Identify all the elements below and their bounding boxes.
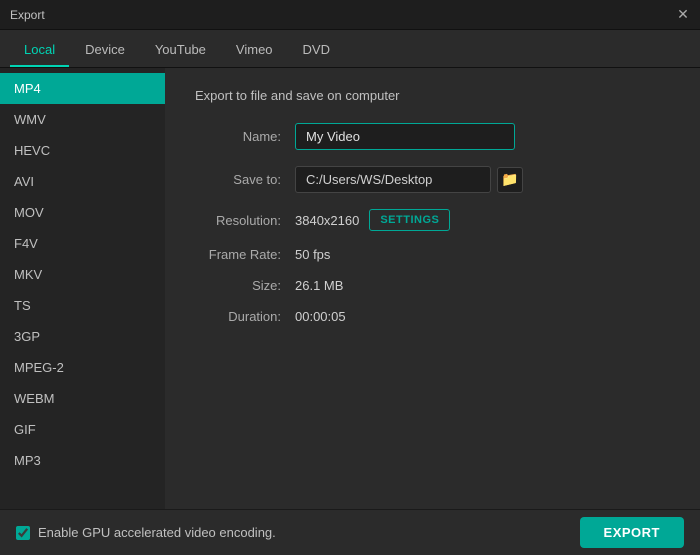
sidebar-item-avi[interactable]: AVI [0,166,165,197]
gpu-checkbox[interactable] [16,526,30,540]
name-input[interactable] [295,123,515,150]
gpu-row: Enable GPU accelerated video encoding. [16,525,276,540]
tab-bar: Local Device YouTube Vimeo DVD [0,30,700,68]
sidebar-item-gif[interactable]: GIF [0,414,165,445]
name-label: Name: [195,129,295,144]
tab-vimeo[interactable]: Vimeo [222,34,287,67]
size-value: 26.1 MB [295,278,343,293]
sidebar-item-mpeg2[interactable]: MPEG-2 [0,352,165,383]
resolution-label: Resolution: [195,213,295,228]
sidebar-item-mp3[interactable]: MP3 [0,445,165,476]
saveto-wrapper: C:/Users/WS/Desktop 📁 [295,166,523,193]
resolution-wrapper: 3840x2160 SETTINGS [295,209,450,231]
sidebar-item-ts[interactable]: TS [0,290,165,321]
name-row: Name: [195,123,670,150]
folder-button[interactable]: 📁 [497,167,523,193]
framerate-value: 50 fps [295,247,330,262]
size-row: Size: 26.1 MB [195,278,670,293]
size-label: Size: [195,278,295,293]
tab-device[interactable]: Device [71,34,139,67]
title-bar: Export ✕ [0,0,700,30]
sidebar-item-3gp[interactable]: 3GP [0,321,165,352]
settings-button[interactable]: SETTINGS [369,209,450,231]
close-button[interactable]: ✕ [676,8,690,22]
resolution-value: 3840x2160 [295,213,359,228]
sidebar-item-hevc[interactable]: HEVC [0,135,165,166]
resolution-row: Resolution: 3840x2160 SETTINGS [195,209,670,231]
saveto-row: Save to: C:/Users/WS/Desktop 📁 [195,166,670,193]
right-panel: Export to file and save on computer Name… [165,68,700,509]
duration-label: Duration: [195,309,295,324]
gpu-label: Enable GPU accelerated video encoding. [38,525,276,540]
duration-value: 00:00:05 [295,309,346,324]
tab-local[interactable]: Local [10,34,69,67]
duration-row: Duration: 00:00:05 [195,309,670,324]
sidebar-item-mov[interactable]: MOV [0,197,165,228]
export-button[interactable]: EXPORT [580,517,684,548]
saveto-path: C:/Users/WS/Desktop [295,166,491,193]
window-title: Export [10,8,45,22]
sidebar-item-mp4[interactable]: MP4 [0,73,165,104]
sidebar-item-webm[interactable]: WEBM [0,383,165,414]
sidebar-item-wmv[interactable]: WMV [0,104,165,135]
framerate-label: Frame Rate: [195,247,295,262]
sidebar-item-f4v[interactable]: F4V [0,228,165,259]
sidebar-item-mkv[interactable]: MKV [0,259,165,290]
panel-title: Export to file and save on computer [195,88,670,103]
tab-youtube[interactable]: YouTube [141,34,220,67]
tab-dvd[interactable]: DVD [289,34,344,67]
bottom-bar: Enable GPU accelerated video encoding. E… [0,509,700,555]
sidebar: MP4 WMV HEVC AVI MOV F4V MKV TS 3GP MPEG… [0,68,165,509]
main-content: MP4 WMV HEVC AVI MOV F4V MKV TS 3GP MPEG… [0,68,700,509]
saveto-label: Save to: [195,172,295,187]
folder-icon: 📁 [501,171,518,188]
framerate-row: Frame Rate: 50 fps [195,247,670,262]
